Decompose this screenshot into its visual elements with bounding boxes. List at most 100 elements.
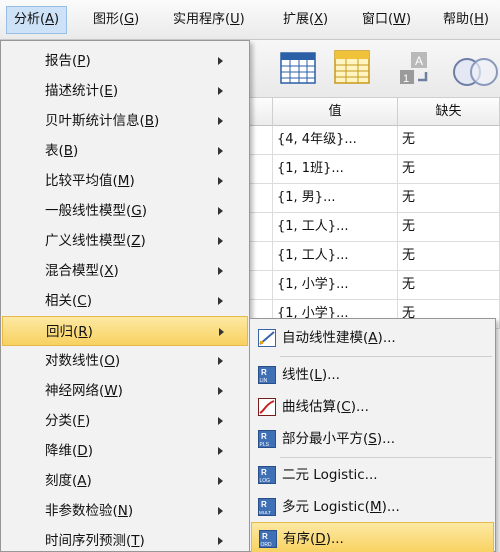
menu-item-mixed-models[interactable]: 混合模型(X) bbox=[2, 256, 248, 286]
svg-text:R: R bbox=[261, 368, 267, 377]
cell-value[interactable]: {1, 工人}... bbox=[273, 213, 398, 242]
menu-item-dimension-reduction[interactable]: 降维(D) bbox=[2, 436, 248, 466]
menu-item-correlate[interactable]: 相关(C) bbox=[2, 286, 248, 316]
ordinal-icon: R ORD bbox=[259, 530, 277, 548]
submenu-arrow-icon bbox=[218, 207, 223, 215]
menu-utilities[interactable]: 实用程序(U) bbox=[166, 6, 252, 34]
cell-value[interactable]: {1, 工人}... bbox=[273, 242, 398, 271]
pls-icon-badge: PLS bbox=[260, 442, 270, 448]
menu-item-tables[interactable]: 表(B) bbox=[2, 136, 248, 166]
menu-item-label: 时间序列预测(T) bbox=[45, 533, 145, 549]
analyze-menu: 报告(P) 描述统计(E) 贝叶斯统计信息(B) 表(B) 比较平均值(M) 一… bbox=[0, 40, 250, 552]
menu-item-label: 报告(P) bbox=[45, 53, 91, 69]
menu-graphs[interactable]: 图形(G) bbox=[86, 6, 146, 34]
submenu-arrow-icon bbox=[218, 177, 223, 185]
menu-item-nonparametric-tests[interactable]: 非参数检验(N) bbox=[2, 496, 248, 526]
submenu-arrow-icon bbox=[218, 267, 223, 275]
submenu-item-linear[interactable]: R LIN 线性(L)... bbox=[251, 359, 494, 391]
menu-item-label: 回归(R) bbox=[46, 324, 93, 340]
linear-icon: R LIN bbox=[258, 366, 276, 384]
regression-submenu: 自动线性建模(A)... R LIN 线性(L)... 曲线估算(C)... R… bbox=[249, 318, 496, 552]
submenu-arrow-icon bbox=[218, 237, 223, 245]
row-gutter bbox=[250, 213, 273, 242]
cell-missing[interactable]: 无 bbox=[398, 155, 500, 184]
menu-item-label: 神经网络(W) bbox=[45, 383, 123, 399]
menu-item-scale[interactable]: 刻度(A) bbox=[2, 466, 248, 496]
submenu-arrow-icon bbox=[218, 507, 223, 515]
menu-window-label: 窗口 bbox=[362, 12, 389, 27]
menu-utilities-label: 实用程序 bbox=[173, 12, 226, 27]
row-gutter bbox=[250, 155, 273, 184]
menu-item-neural-networks[interactable]: 神经网络(W) bbox=[2, 376, 248, 406]
submenu-item-multinomial-logistic[interactable]: R MULT 多元 Logistic(M)... bbox=[251, 491, 494, 523]
menu-item-label: 对数线性(O) bbox=[45, 353, 121, 369]
menu-item-forecasting[interactable]: 时间序列预测(T) bbox=[2, 526, 248, 552]
submenu-separator bbox=[280, 457, 492, 458]
menu-item-label: 混合模型(X) bbox=[45, 263, 119, 279]
cell-value[interactable]: {1, 小学}... bbox=[273, 271, 398, 300]
menu-item-loglinear[interactable]: 对数线性(O) bbox=[2, 346, 248, 376]
menu-extensions[interactable]: 扩展(X) bbox=[276, 6, 335, 34]
submenu-separator bbox=[280, 356, 492, 357]
submenu-item-label: 自动线性建模(A)... bbox=[282, 330, 396, 346]
partial-least-squares-icon: R PLS bbox=[258, 430, 276, 448]
menu-item-label: 相关(C) bbox=[45, 293, 92, 309]
menu-extensions-label: 扩展 bbox=[283, 12, 310, 27]
menu-item-general-linear-model[interactable]: 一般线性模型(G) bbox=[2, 196, 248, 226]
use-sets-icon[interactable] bbox=[450, 50, 500, 90]
data-view-icon[interactable] bbox=[280, 52, 316, 84]
auto-linear-icon bbox=[258, 329, 276, 347]
menu-item-label: 分类(F) bbox=[45, 413, 91, 429]
menu-item-label: 描述统计(E) bbox=[45, 83, 119, 99]
ord-icon-badge: ORD bbox=[261, 542, 273, 548]
header-missing[interactable]: 缺失 bbox=[398, 98, 500, 126]
menu-item-label: 刻度(A) bbox=[45, 473, 92, 489]
svg-text:R: R bbox=[261, 468, 267, 477]
submenu-item-binary-logistic[interactable]: R LOG 二元 Logistic... bbox=[251, 459, 494, 491]
submenu-item-auto-linear-modeling[interactable]: 自动线性建模(A)... bbox=[251, 322, 494, 354]
row-gutter bbox=[250, 126, 273, 155]
menu-item-regression[interactable]: 回归(R) bbox=[2, 316, 248, 346]
row-gutter bbox=[250, 242, 273, 271]
submenu-arrow-icon bbox=[218, 87, 223, 95]
cell-missing[interactable]: 无 bbox=[398, 271, 500, 300]
binary-logistic-icon: R LOG bbox=[258, 466, 276, 484]
cell-missing[interactable]: 无 bbox=[398, 213, 500, 242]
submenu-arrow-icon bbox=[218, 477, 223, 485]
submenu-arrow-icon bbox=[218, 147, 223, 155]
row-gutter bbox=[250, 184, 273, 213]
menu-item-generalized-linear-models[interactable]: 广义线性模型(Z) bbox=[2, 226, 248, 256]
submenu-item-curve-estimation[interactable]: 曲线估算(C)... bbox=[251, 391, 494, 423]
cell-value[interactable]: {4, 4年级}... bbox=[273, 126, 398, 155]
value-labels-icon[interactable]: A 1 bbox=[396, 50, 434, 88]
cell-value[interactable]: {1, 1班}... bbox=[273, 155, 398, 184]
cell-missing[interactable]: 无 bbox=[398, 184, 500, 213]
cell-missing[interactable]: 无 bbox=[398, 126, 500, 155]
menu-window[interactable]: 窗口(W) bbox=[355, 6, 418, 34]
row-gutter bbox=[250, 271, 273, 300]
cell-value[interactable]: {1, 男}... bbox=[273, 184, 398, 213]
menu-item-bayesian-statistics[interactable]: 贝叶斯统计信息(B) bbox=[2, 106, 248, 136]
linear-icon-badge: LIN bbox=[260, 378, 268, 384]
header-value[interactable]: 值 bbox=[273, 98, 398, 126]
menu-item-reports[interactable]: 报告(P) bbox=[2, 46, 248, 76]
menu-help-label: 帮助 bbox=[443, 12, 470, 27]
menu-item-compare-means[interactable]: 比较平均值(M) bbox=[2, 166, 248, 196]
cell-missing[interactable]: 无 bbox=[398, 242, 500, 271]
submenu-item-partial-least-squares[interactable]: R PLS 部分最小平方(S)... bbox=[251, 423, 494, 455]
submenu-item-label: 曲线估算(C)... bbox=[282, 399, 369, 415]
submenu-item-label: 二元 Logistic... bbox=[282, 467, 378, 483]
menu-help-mnemonic: H bbox=[474, 12, 484, 27]
submenu-item-ordinal[interactable]: R ORD 有序(D)... bbox=[251, 522, 494, 552]
submenu-arrow-icon bbox=[218, 387, 223, 395]
menu-item-classify[interactable]: 分类(F) bbox=[2, 406, 248, 436]
menu-analyze[interactable]: 分析(A) bbox=[6, 6, 68, 34]
toolbar: A 1 bbox=[250, 40, 500, 98]
menu-help[interactable]: 帮助(H) bbox=[436, 6, 496, 34]
multinomial-logistic-icon: R MULT bbox=[258, 498, 276, 516]
menu-item-descriptive-statistics[interactable]: 描述统计(E) bbox=[2, 76, 248, 106]
submenu-item-label: 部分最小平方(S)... bbox=[282, 431, 396, 447]
submenu-arrow-icon bbox=[219, 328, 224, 336]
submenu-item-label: 多元 Logistic(M)... bbox=[282, 499, 400, 515]
variable-view-icon[interactable] bbox=[334, 50, 370, 84]
